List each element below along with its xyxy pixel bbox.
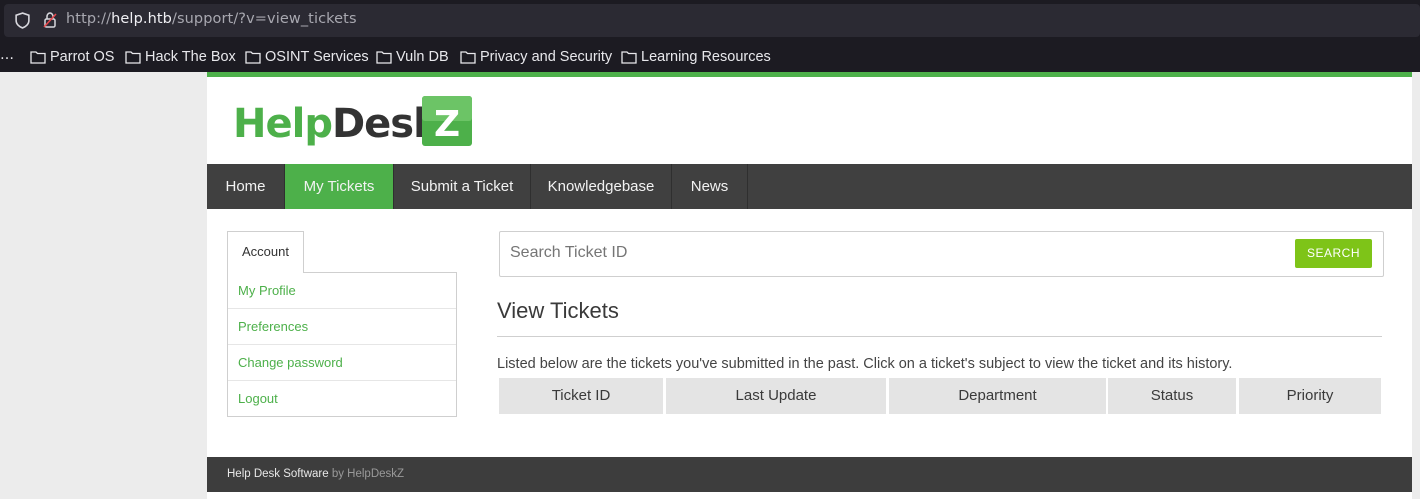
column-header-priority[interactable]: Priority bbox=[1239, 378, 1381, 414]
bookmark-label: Learning Resources bbox=[641, 49, 771, 65]
bookmark-hack-the-box[interactable]: Hack The Box bbox=[125, 47, 236, 67]
folder-icon bbox=[621, 51, 637, 64]
folder-icon bbox=[125, 51, 141, 64]
url-text[interactable]: http://help.htb/support/?v=view_tickets bbox=[66, 11, 357, 27]
ticket-search-bar: SEARCH bbox=[499, 231, 1384, 277]
helpdeskz-logo[interactable]: HelpDesk Z bbox=[233, 94, 473, 149]
nav-knowledgebase[interactable]: Knowledgebase bbox=[531, 164, 672, 209]
bookmark-osint-services[interactable]: OSINT Services bbox=[245, 47, 369, 67]
sidebar-item-change-password[interactable]: Change password bbox=[228, 345, 456, 381]
nav-submit-ticket[interactable]: Submit a Ticket bbox=[394, 164, 531, 209]
page-description: Listed below are the tickets you've subm… bbox=[497, 356, 1233, 372]
tab-account[interactable]: Account bbox=[227, 231, 304, 273]
right-gutter bbox=[1412, 72, 1420, 499]
page-footer: Help Desk Software by HelpDeskZ bbox=[207, 457, 1412, 492]
footer-by-link[interactable]: by HelpDeskZ bbox=[332, 468, 404, 480]
sidebar-item-logout[interactable]: Logout bbox=[228, 381, 456, 417]
folder-icon bbox=[245, 51, 261, 64]
nav-news[interactable]: News bbox=[672, 164, 748, 209]
nav-my-tickets[interactable]: My Tickets bbox=[285, 164, 394, 209]
address-field[interactable]: http://help.htb/support/?v=view_tickets bbox=[4, 4, 1420, 37]
logo-badge: Z bbox=[434, 104, 460, 145]
bookmark-learning-resources[interactable]: Learning Resources bbox=[621, 47, 771, 67]
folder-icon bbox=[460, 51, 476, 64]
sidebar-item-preferences[interactable]: Preferences bbox=[228, 309, 456, 345]
bookmark-privacy-and-security[interactable]: Privacy and Security bbox=[460, 47, 612, 67]
bookmark-label: Privacy and Security bbox=[480, 49, 613, 65]
svg-text:HelpDesk: HelpDesk bbox=[233, 101, 441, 147]
page-container: HelpDesk Z Home My Tickets Submit a Tick… bbox=[207, 72, 1412, 499]
column-header-last-update[interactable]: Last Update bbox=[666, 378, 886, 414]
accent-top-bar bbox=[207, 72, 1412, 77]
browser-url-bar: http://help.htb/support/?v=view_tickets bbox=[0, 0, 1420, 42]
account-menu: My Profile Preferences Change password L… bbox=[227, 272, 457, 417]
folder-icon bbox=[376, 51, 392, 64]
column-header-status[interactable]: Status bbox=[1108, 378, 1236, 414]
insecure-lock-icon[interactable] bbox=[42, 11, 58, 29]
search-ticket-input[interactable] bbox=[510, 244, 1270, 262]
main-nav: Home My Tickets Submit a Ticket Knowledg… bbox=[207, 164, 1412, 209]
page-title: View Tickets bbox=[497, 298, 619, 323]
bookmark-label: Hack The Box bbox=[145, 49, 236, 65]
folder-icon bbox=[30, 51, 46, 64]
sidebar-item-my-profile[interactable]: My Profile bbox=[228, 273, 456, 309]
bookmark-label: Vuln DB bbox=[396, 49, 449, 65]
bookmark-vuln-db[interactable]: Vuln DB bbox=[376, 47, 449, 67]
search-button[interactable]: SEARCH bbox=[1295, 239, 1372, 268]
bookmarks-toolbar: … Parrot OS Hack The Box OSINT Services … bbox=[0, 42, 1420, 72]
column-header-ticket-id[interactable]: Ticket ID bbox=[499, 378, 663, 414]
title-divider bbox=[497, 336, 1382, 337]
footer-software-link[interactable]: Help Desk Software bbox=[227, 468, 329, 480]
bookmarks-overflow[interactable]: … bbox=[0, 47, 14, 63]
column-header-department[interactable]: Department bbox=[889, 378, 1106, 414]
bookmark-label: Parrot OS bbox=[50, 49, 115, 65]
shield-icon[interactable] bbox=[14, 12, 31, 29]
nav-home[interactable]: Home bbox=[207, 164, 285, 209]
footer-credit: Help Desk Software by HelpDeskZ bbox=[227, 468, 404, 480]
bookmark-parrot-os[interactable]: Parrot OS bbox=[30, 47, 114, 67]
bookmark-label: OSINT Services bbox=[265, 49, 369, 65]
